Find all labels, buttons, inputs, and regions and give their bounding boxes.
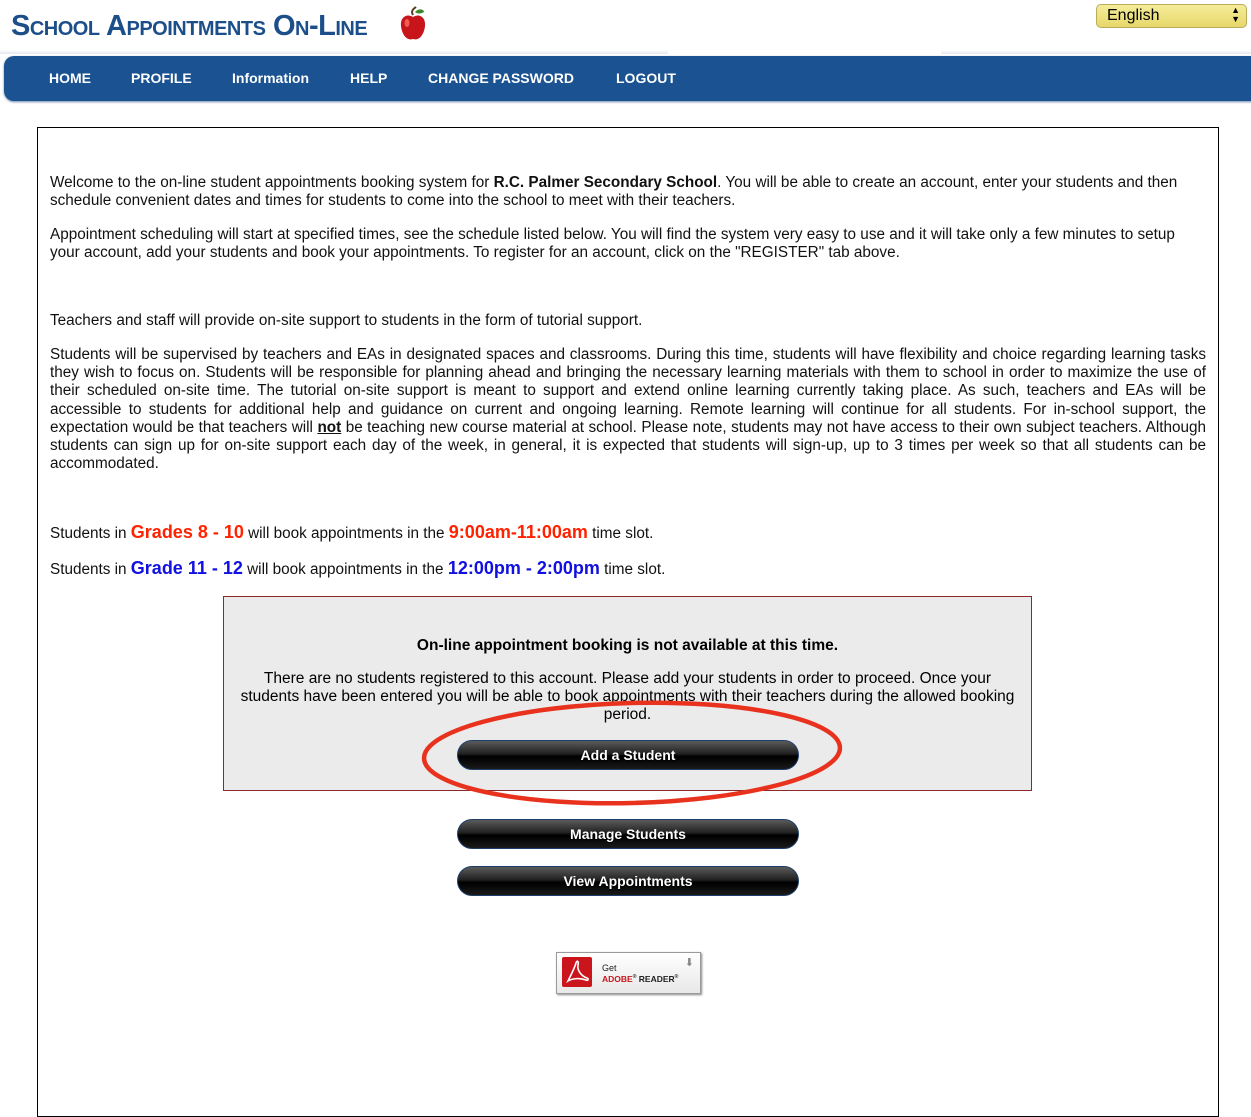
slot-grades: Grade 11 - 12: [130, 558, 243, 578]
school-name: R.C. Palmer Secondary School: [493, 174, 718, 191]
support-paragraph: Teachers and staff will provide on-site …: [50, 312, 643, 329]
nav-home[interactable]: HOME: [49, 56, 91, 101]
nav-information[interactable]: Information: [232, 56, 309, 101]
slot-time: 12:00pm - 2:00pm: [447, 558, 600, 578]
slot-text: Students in: [50, 525, 131, 542]
slot-grades: Grades 8 - 10: [130, 522, 244, 542]
notice-body: There are no students registered to this…: [240, 670, 1015, 724]
adobe-get-label: Get: [602, 963, 617, 973]
language-select[interactable]: English ▲ ▼: [1096, 4, 1247, 28]
supervision-emphasis: not: [317, 418, 342, 436]
slot-text: Students in: [50, 561, 131, 578]
slot-line-grades-8-10: Students in Grades 8 - 10 will book appo…: [50, 523, 1206, 543]
adobe-pdf-icon: [562, 957, 592, 987]
header-divider: [941, 50, 1251, 54]
nav-help[interactable]: HELP: [350, 56, 387, 101]
main-nav: HOME PROFILE Information HELP CHANGE PAS…: [4, 56, 1251, 101]
welcome-text: Welcome to the on-line student appointme…: [50, 174, 494, 191]
download-arrow-icon: ⬇: [684, 957, 694, 969]
slot-text: will book appointments in the: [242, 561, 448, 578]
header-divider: [0, 50, 668, 54]
language-select-value: English: [1107, 7, 1160, 24]
nav-profile[interactable]: PROFILE: [131, 56, 192, 101]
view-appointments-button[interactable]: View Appointments: [457, 866, 799, 896]
apple-logo-icon: [400, 6, 426, 40]
slot-line-grades-11-12: Students in Grade 11 - 12 will book appo…: [50, 559, 1206, 579]
adobe-reader-text: READER: [638, 974, 675, 984]
slot-text: time slot.: [587, 525, 654, 542]
scheduling-paragraph: Appointment scheduling will start at spe…: [50, 226, 1175, 262]
welcome-paragraph: Welcome to the on-line student appointme…: [50, 174, 1206, 210]
slot-text: time slot.: [599, 561, 666, 578]
get-adobe-reader-badge[interactable]: Get ADOBE® READER® ⬇: [556, 952, 701, 994]
nav-logout[interactable]: LOGOUT: [616, 56, 676, 101]
slot-time: 9:00am-11:00am: [448, 522, 588, 542]
supervision-paragraph: Students will be supervised by teachers …: [50, 346, 1206, 473]
manage-students-button[interactable]: Manage Students: [457, 819, 799, 849]
nav-change-password[interactable]: CHANGE PASSWORD: [428, 56, 574, 101]
adobe-brand: ADOBE: [602, 974, 633, 984]
site-logo-text: School Appointments On-Line: [11, 10, 368, 42]
notice-title: On-line appointment booking is not avail…: [416, 637, 839, 654]
slot-text: will book appointments in the: [243, 525, 449, 542]
adobe-reader-label: ADOBE® READER®: [602, 974, 679, 984]
add-student-button[interactable]: Add a Student: [457, 740, 799, 770]
select-arrows-icon: ▲ ▼: [1231, 5, 1240, 24]
site-header: School Appointments On-Line English ▲ ▼: [0, 0, 1251, 56]
